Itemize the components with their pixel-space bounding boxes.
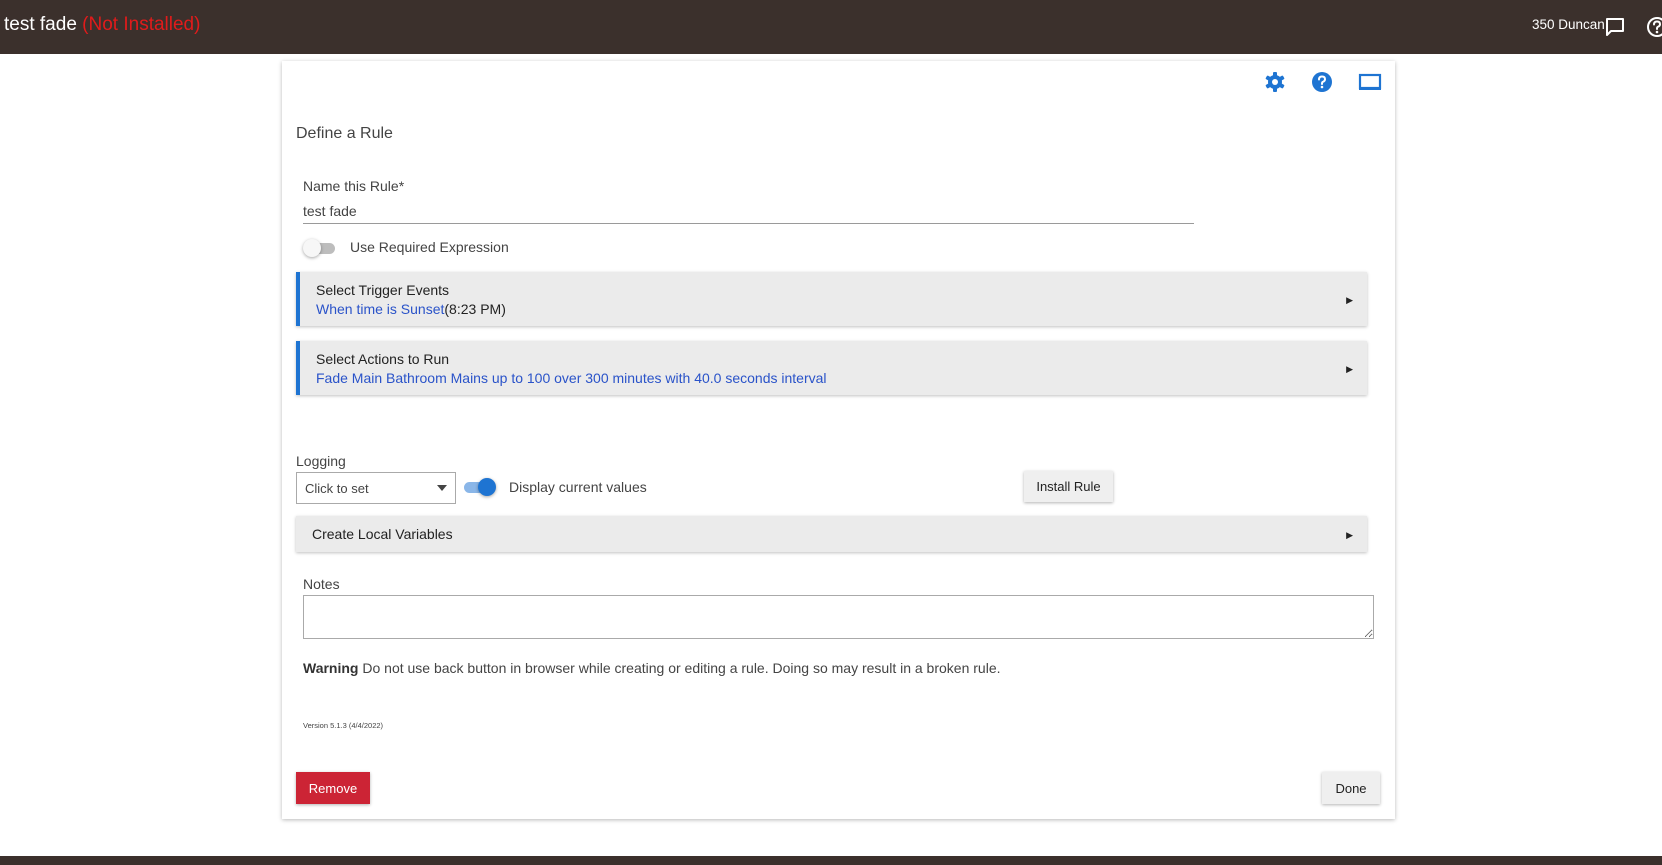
remove-button[interactable]: Remove <box>296 772 370 804</box>
install-rule-button[interactable]: Install Rule <box>1024 471 1113 502</box>
local-variables-section[interactable]: Create Local Variables ▶ <box>296 516 1367 552</box>
trigger-summary-time: (8:23 PM) <box>444 301 506 317</box>
page-title: Define a Rule <box>296 125 393 142</box>
install-status: (Not Installed) <box>82 14 201 35</box>
required-expression-toggle[interactable] <box>303 239 337 257</box>
expand-arrow-icon: ▶ <box>1346 364 1353 374</box>
display-values-label: Display current values <box>509 479 647 495</box>
local-variables-title: Create Local Variables <box>312 526 453 542</box>
toggle-knob <box>478 478 496 496</box>
gear-icon[interactable] <box>1263 70 1287 94</box>
rule-name: test fade <box>4 14 77 35</box>
logging-label: Logging <box>296 453 346 469</box>
app-title: test fade (Not Installed) <box>4 14 200 36</box>
expand-arrow-icon: ▶ <box>1346 295 1353 305</box>
hub-name[interactable]: 350 Duncan <box>1532 17 1605 32</box>
warning-text: Do not use back button in browser while … <box>358 660 1001 676</box>
help-icon[interactable] <box>1310 70 1334 94</box>
top-header: test fade (Not Installed) 350 Duncan <box>0 0 1662 54</box>
trigger-events-section[interactable]: Select Trigger Events When time is Sunse… <box>296 272 1367 326</box>
toggle-knob <box>303 239 321 257</box>
logging-select[interactable]: Click to set <box>296 472 456 504</box>
monitor-icon[interactable] <box>1358 70 1382 94</box>
expand-arrow-icon: ▶ <box>1346 530 1353 540</box>
trigger-summary-text: When time is Sunset <box>316 301 445 317</box>
logging-select-value: Click to set <box>305 481 369 496</box>
rule-card: Define a Rule Name this Rule* Use Requir… <box>282 61 1395 819</box>
rule-name-input[interactable] <box>303 198 1194 224</box>
done-button[interactable]: Done <box>1322 772 1380 804</box>
chevron-down-icon <box>437 485 447 491</box>
actions-section[interactable]: Select Actions to Run Fade Main Bathroom… <box>296 341 1367 395</box>
required-expression-label: Use Required Expression <box>350 239 509 255</box>
actions-summary: Fade Main Bathroom Mains up to 100 over … <box>316 370 827 386</box>
help-circle-icon[interactable] <box>1646 16 1662 38</box>
version-text: Version 5.1.3 (4/4/2022) <box>303 721 384 730</box>
notes-label: Notes <box>303 576 340 592</box>
warning-label: Warning <box>303 660 359 676</box>
trigger-events-title: Select Trigger Events <box>316 282 450 298</box>
warning-message: Warning Do not use back button in browse… <box>303 660 1001 676</box>
actions-title: Select Actions to Run <box>316 351 450 367</box>
rule-name-label: Name this Rule* <box>303 178 405 194</box>
trigger-events-summary: When time is Sunset(8:23 PM) <box>316 301 506 317</box>
display-values-toggle[interactable] <box>462 478 496 496</box>
chat-bubble-icon[interactable] <box>1604 16 1626 38</box>
bottom-bar <box>0 856 1662 865</box>
notes-textarea[interactable] <box>303 595 1374 639</box>
